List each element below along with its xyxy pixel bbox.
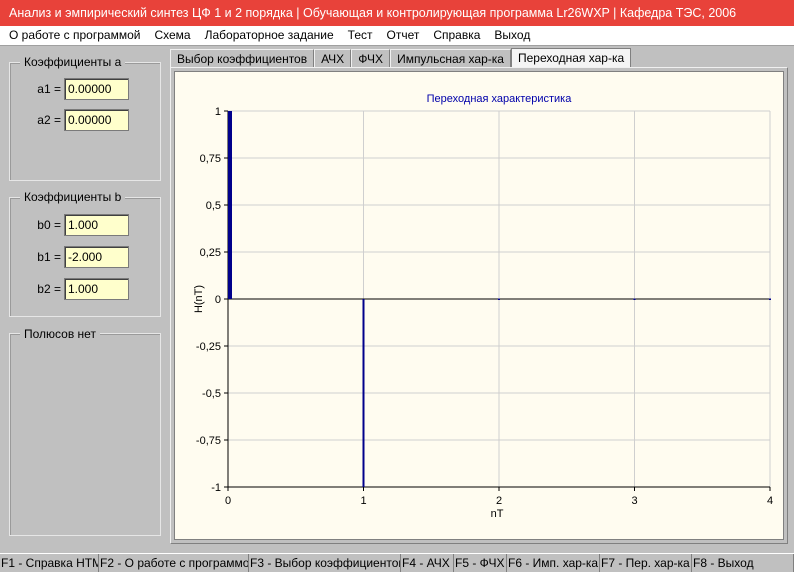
y-tick-label: -0,5 bbox=[202, 388, 221, 400]
x-tick-label: 2 bbox=[496, 495, 502, 507]
x-tick-label: 4 bbox=[767, 495, 773, 507]
menu-lab-task[interactable]: Лабораторное задание bbox=[198, 26, 341, 45]
y-tick-label: -0,25 bbox=[196, 341, 221, 353]
stem-bar bbox=[769, 298, 771, 300]
a1-row: a1 = 0.00000 bbox=[10, 78, 129, 100]
a2-input[interactable]: 0.00000 bbox=[64, 109, 129, 131]
y-tick-label: 1 bbox=[215, 106, 221, 118]
y-tick-label: -0,75 bbox=[196, 435, 221, 447]
x-axis-label: nT bbox=[491, 508, 504, 520]
x-tick-label: 1 bbox=[360, 495, 366, 507]
y-tick-label: 0,75 bbox=[200, 153, 221, 165]
chart-title: Переходная характеристика bbox=[427, 93, 573, 105]
b2-label: b2 = bbox=[37, 282, 61, 296]
tab-step-response[interactable]: Переходная хар-ка bbox=[510, 48, 632, 68]
status-f4-amplitude[interactable]: F4 - АЧХ bbox=[401, 554, 454, 572]
coef-a-label: Коэффициенты a bbox=[20, 55, 126, 70]
tab-impulse-response[interactable]: Импульсная хар-ка bbox=[390, 49, 511, 68]
b0-row: b0 = 1.000 bbox=[10, 214, 129, 236]
b2-row: b2 = 1.000 bbox=[10, 278, 129, 300]
menu-exit[interactable]: Выход bbox=[487, 26, 537, 45]
menu-bar: О работе с программой Схема Лабораторное… bbox=[0, 26, 794, 45]
tab-coefficients[interactable]: Выбор коэффициентов bbox=[170, 49, 315, 68]
stem-bar bbox=[498, 298, 500, 300]
menu-help[interactable]: Справка bbox=[426, 26, 487, 45]
poles-label: Полюсов нет bbox=[20, 327, 100, 342]
menu-scheme[interactable]: Схема bbox=[147, 26, 197, 45]
stem-bar bbox=[362, 299, 365, 487]
tab-phase-response[interactable]: ФЧХ bbox=[351, 49, 391, 68]
chart-area: 1 0,75 0,5 0,25 0 -0,25 -0,5 -0,75 -1 0 1 2 3 4 Перехо… bbox=[174, 71, 784, 540]
b1-input[interactable]: -2.000 bbox=[64, 246, 129, 268]
a2-label: a2 = bbox=[37, 113, 61, 127]
status-f7-step[interactable]: F7 - Пер. хар-ка bbox=[600, 554, 692, 572]
status-bar: F1 - Справка HTML F2 - О работе с програ… bbox=[0, 553, 794, 572]
menu-divider bbox=[0, 45, 794, 46]
status-f2-about[interactable]: F2 - О работе с программой bbox=[99, 554, 249, 572]
y-tick-label: 0 bbox=[215, 294, 221, 306]
stem-bar bbox=[228, 111, 232, 299]
y-axis-label: H(nT) bbox=[193, 285, 205, 313]
a1-label: a1 = bbox=[37, 82, 61, 96]
coef-b-group: Коэффициенты b b0 = 1.000 b1 = -2.000 b2… bbox=[9, 190, 161, 317]
stem-bar bbox=[633, 298, 636, 300]
b0-input[interactable]: 1.000 bbox=[64, 214, 129, 236]
b1-label: b1 = bbox=[37, 250, 61, 264]
b0-label: b0 = bbox=[37, 218, 61, 232]
status-f3-coefficients[interactable]: F3 - Выбор коэффициентов bbox=[249, 554, 401, 572]
b2-input[interactable]: 1.000 bbox=[64, 278, 129, 300]
window-title: Анализ и эмпирический синтез ЦФ 1 и 2 по… bbox=[0, 0, 794, 26]
y-tick-label: -1 bbox=[211, 482, 221, 494]
x-tick-label: 0 bbox=[225, 495, 231, 507]
poles-group: Полюсов нет bbox=[9, 327, 161, 536]
b1-row: b1 = -2.000 bbox=[10, 246, 129, 268]
menu-test[interactable]: Тест bbox=[341, 26, 380, 45]
coef-b-label: Коэффициенты b bbox=[20, 190, 126, 205]
tab-page: 1 0,75 0,5 0,25 0 -0,25 -0,5 -0,75 -1 0 1 2 3 4 Перехо… bbox=[170, 67, 788, 544]
status-f8-exit[interactable]: F8 - Выход bbox=[692, 554, 794, 572]
menu-about[interactable]: О работе с программой bbox=[2, 26, 147, 45]
status-f1-help[interactable]: F1 - Справка HTML bbox=[0, 554, 99, 572]
coef-a-group: Коэффициенты a a1 = 0.00000 a2 = 0.00000 bbox=[9, 55, 161, 181]
y-tick-label: 0,25 bbox=[200, 247, 221, 259]
x-tick-label: 3 bbox=[631, 495, 637, 507]
y-tick-label: 0,5 bbox=[206, 200, 221, 212]
menu-report[interactable]: Отчет bbox=[379, 26, 426, 45]
status-f5-phase[interactable]: F5 - ФЧХ bbox=[454, 554, 507, 572]
step-response-chart: 1 0,75 0,5 0,25 0 -0,25 -0,5 -0,75 -1 0 1 2 3 4 Перехо… bbox=[193, 93, 773, 520]
a2-row: a2 = 0.00000 bbox=[10, 109, 129, 131]
tab-strip: Выбор коэффициентов АЧХ ФЧХ Импульсная х… bbox=[170, 48, 632, 68]
a1-input[interactable]: 0.00000 bbox=[64, 78, 129, 100]
tab-amplitude-response[interactable]: АЧХ bbox=[314, 49, 352, 68]
status-f6-impulse[interactable]: F6 - Имп. хар-ка bbox=[507, 554, 600, 572]
